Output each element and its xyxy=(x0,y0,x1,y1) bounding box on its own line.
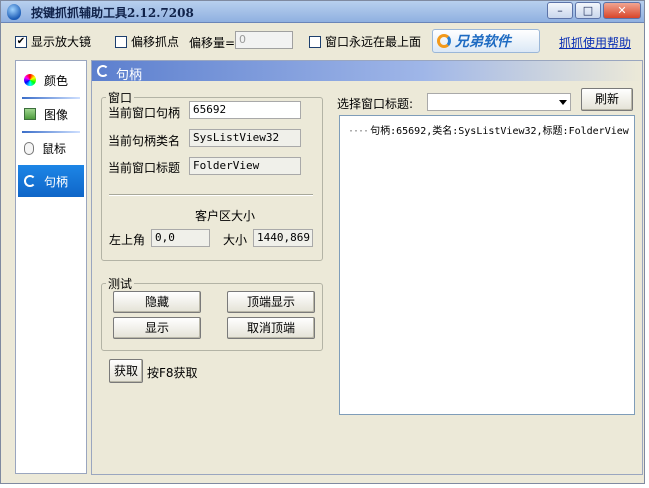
sidebar-item-label: 鼠标 xyxy=(42,141,67,156)
test-group: 测试 xyxy=(101,275,323,351)
divider xyxy=(109,194,313,196)
mouse-icon xyxy=(24,141,34,155)
toolbar: ✔ 显示放大镜 偏移抓点 偏移量= 0 窗口永远在最上面 兄弟软件 抓抓使用帮助 xyxy=(1,25,644,57)
handle-label: 当前窗口句柄 xyxy=(108,106,181,120)
maximize-button[interactable]: □ xyxy=(575,2,601,19)
show-magnifier-label: 显示放大镜 xyxy=(31,35,92,49)
offset-input[interactable]: 0 xyxy=(235,31,293,49)
test-group-legend: 测试 xyxy=(108,277,133,291)
window-title-select[interactable] xyxy=(427,93,571,111)
class-label: 当前句柄类名 xyxy=(108,134,181,148)
get-button[interactable]: 获取 xyxy=(109,359,143,383)
title-field[interactable]: FolderView xyxy=(189,157,301,175)
size-field[interactable]: 1440,869 xyxy=(253,229,313,247)
handle-field[interactable]: 65692 xyxy=(189,101,301,119)
brand-logo[interactable]: 兄弟软件 xyxy=(432,29,540,53)
sidebar-item-label: 颜色 xyxy=(44,73,69,88)
window-title: 按键抓抓辅助工具2.12.7208 xyxy=(31,6,194,20)
sidebar-item-label: 句柄 xyxy=(44,174,69,189)
offset-grab-label: 偏移抓点 xyxy=(131,35,180,49)
client-size-title: 客户区大小 xyxy=(195,209,256,223)
minimize-button[interactable]: – xyxy=(547,2,573,19)
size-label: 大小 xyxy=(223,233,248,247)
checkbox-unchecked-icon xyxy=(115,35,127,48)
close-button[interactable]: ✕ xyxy=(603,2,641,19)
panel-title: 句柄 xyxy=(116,68,143,83)
checkbox-checked-icon: ✔ xyxy=(15,35,27,48)
sidebar-item-image[interactable]: 图像 xyxy=(18,99,84,133)
window-tree[interactable]: ···· 句柄:65692,类名:SysListView32,标题:FolderV… xyxy=(339,115,635,415)
show-button[interactable]: 显示 xyxy=(113,317,201,339)
brand-logo-icon xyxy=(437,34,451,48)
cancel-topmost-button[interactable]: 取消顶端 xyxy=(227,317,315,339)
dropdown-arrow-icon xyxy=(559,100,567,105)
image-icon xyxy=(24,108,36,120)
always-on-top-label: 窗口永远在最上面 xyxy=(325,35,422,49)
sidebar-item-label: 图像 xyxy=(44,107,69,122)
sidebar-item-handle[interactable]: 句柄 xyxy=(18,165,84,197)
hide-button[interactable]: 隐藏 xyxy=(113,291,201,313)
tree-item-text: 句柄:65692,类名:SysListView32,标题:FolderView xyxy=(370,126,629,137)
checkbox-unchecked-icon xyxy=(309,35,321,48)
color-wheel-icon xyxy=(24,74,36,86)
always-on-top-checkbox[interactable]: 窗口永远在最上面 xyxy=(309,33,421,50)
offset-grab-checkbox[interactable]: 偏移抓点 xyxy=(115,33,179,50)
handle-icon xyxy=(24,175,36,187)
sidebar-item-mouse[interactable]: 鼠标 xyxy=(18,133,84,163)
help-link[interactable]: 抓抓使用帮助 xyxy=(559,34,631,51)
tree-connector: ···· xyxy=(348,126,369,137)
title-label: 当前窗口标题 xyxy=(108,161,181,175)
topleft-field[interactable]: 0,0 xyxy=(151,229,210,247)
show-magnifier-checkbox[interactable]: ✔ 显示放大镜 xyxy=(15,33,91,50)
get-hint: 按F8获取 xyxy=(147,366,198,380)
tree-item[interactable]: ···· 句柄:65692,类名:SysListView32,标题:FolderV… xyxy=(348,122,629,137)
panel-header: 句柄 xyxy=(92,61,642,83)
title-bar[interactable]: 按键抓抓辅助工具2.12.7208 – □ ✕ xyxy=(1,1,644,23)
app-window: 按键抓抓辅助工具2.12.7208 – □ ✕ ✔ 显示放大镜 偏移抓点 偏移量… xyxy=(0,0,645,484)
select-window-label: 选择窗口标题: xyxy=(337,97,414,111)
handle-icon xyxy=(97,65,109,77)
app-logo-icon xyxy=(7,4,21,20)
offset-label: 偏移量= xyxy=(189,36,236,50)
topmost-button[interactable]: 顶端显示 xyxy=(227,291,315,313)
class-field[interactable]: SysListView32 xyxy=(189,129,301,147)
topleft-label: 左上角 xyxy=(109,233,146,247)
sidebar-item-color[interactable]: 颜色 xyxy=(18,65,84,99)
refresh-button[interactable]: 刷新 xyxy=(581,88,633,111)
brand-logo-text: 兄弟软件 xyxy=(455,34,511,50)
sidebar: 颜色 图像 鼠标 句柄 xyxy=(15,60,87,474)
